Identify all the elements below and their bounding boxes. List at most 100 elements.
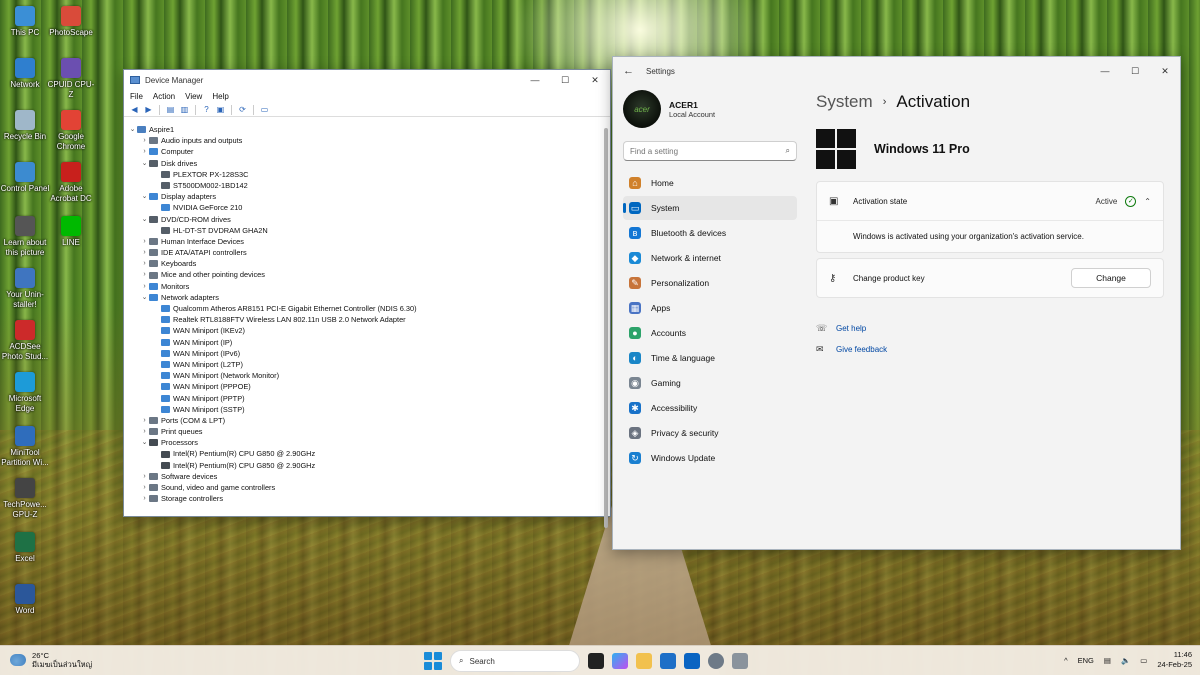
desktop-icon[interactable]: Word — [0, 584, 50, 616]
desktop-icon[interactable]: TechPowe... GPU-Z — [0, 478, 50, 520]
chevron-up-icon[interactable]: ⌃ — [1144, 197, 1151, 206]
tree-node[interactable]: › Mice and other pointing devices — [128, 269, 602, 280]
desktop-icon[interactable]: Recycle Bin — [0, 110, 50, 142]
nav-item-privacy-security[interactable]: ◈ Privacy & security — [623, 421, 797, 445]
tree-node[interactable]: WAN Miniport (L2TP) — [128, 359, 602, 370]
tree-node[interactable]: Intel(R) Pentium(R) CPU G850 @ 2.90GHz — [128, 448, 602, 459]
tree-node[interactable]: › Print queues — [128, 426, 602, 437]
chevron-right-icon[interactable]: › — [140, 493, 149, 504]
desktop-icon[interactable]: Control Panel — [0, 162, 50, 194]
tree-node[interactable]: ⌄ DVD/CD-ROM drives — [128, 214, 602, 225]
tree-node[interactable]: WAN Miniport (PPPOE) — [128, 381, 602, 392]
nav-item-bluetooth-devices[interactable]: ʙ Bluetooth & devices — [623, 221, 797, 245]
desktop-icon[interactable]: Learn about this picture — [0, 216, 50, 258]
tree-node[interactable]: ST500DM002-1BD142 — [128, 180, 602, 191]
minimize-button[interactable]: — — [1090, 66, 1120, 77]
settings-titlebar[interactable]: ← Settings — ☐ ✕ — [613, 57, 1180, 85]
task-view-icon[interactable] — [588, 653, 604, 669]
tree-node[interactable]: Intel(R) Pentium(R) CPU G850 @ 2.90GHz — [128, 460, 602, 471]
chevron-down-icon[interactable]: ⌄ — [128, 124, 137, 135]
menu-view[interactable]: View — [185, 92, 202, 101]
tree-node[interactable]: › Audio inputs and outputs — [128, 135, 602, 146]
nav-item-accounts[interactable]: ● Accounts — [623, 321, 797, 345]
tree-node[interactable]: Qualcomm Atheros AR8151 PCI-E Gigabit Et… — [128, 303, 602, 314]
desktop-icon[interactable]: Microsoft Edge — [0, 372, 50, 414]
chevron-right-icon[interactable]: › — [140, 281, 149, 292]
nav-item-accessibility[interactable]: ✱ Accessibility — [623, 396, 797, 420]
chevron-right-icon[interactable]: › — [140, 146, 149, 157]
desktop-icon[interactable]: PhotoScape — [46, 6, 96, 38]
desktop-icon[interactable]: Excel — [0, 532, 50, 564]
start-button[interactable] — [424, 652, 442, 670]
tree-node[interactable]: › Ports (COM & LPT) — [128, 415, 602, 426]
language-indicator[interactable]: ENG — [1078, 656, 1094, 665]
volume-icon[interactable]: 🔈 — [1121, 656, 1130, 665]
settings-gear-icon[interactable] — [708, 653, 724, 669]
tree-node[interactable]: WAN Miniport (Network Monitor) — [128, 370, 602, 381]
tree-node[interactable]: WAN Miniport (PPTP) — [128, 393, 602, 404]
settings-search[interactable]: ⌕ — [623, 141, 797, 161]
dm-titlebar[interactable]: Device Manager — ☐ ✕ — [124, 70, 610, 90]
chevron-up-icon[interactable]: ^ — [1064, 656, 1068, 665]
tree-node[interactable]: ⌄ Aspire1 — [128, 124, 602, 135]
microsoft-store-icon[interactable] — [660, 653, 676, 669]
tree-node[interactable]: ⌄ Disk drives — [128, 158, 602, 169]
change-button[interactable]: Change — [1071, 268, 1151, 288]
chevron-right-icon[interactable]: › — [140, 135, 149, 146]
nav-item-windows-update[interactable]: ↻ Windows Update — [623, 446, 797, 470]
tree-node[interactable]: › Sound, video and game controllers — [128, 482, 602, 493]
desktop-icon[interactable]: Your Unin-staller! — [0, 268, 50, 310]
vertical-scrollbar[interactable] — [604, 128, 608, 528]
tree-node[interactable]: NVIDIA GeForce 210 — [128, 202, 602, 213]
network-icon[interactable]: ▤ — [1104, 656, 1111, 665]
nav-item-system[interactable]: ▭ System — [623, 196, 797, 220]
tree-node[interactable]: ⌄ Network adapters — [128, 292, 602, 303]
tree-node[interactable]: WAN Miniport (SSTP) — [128, 404, 602, 415]
tree-node[interactable]: PLEXTOR PX-128S3C — [128, 169, 602, 180]
tree-node[interactable]: › Human Interface Devices — [128, 236, 602, 247]
nav-item-apps[interactable]: ▦ Apps — [623, 296, 797, 320]
tree-node[interactable]: HL-DT-ST DVDRAM GHA2N — [128, 225, 602, 236]
nav-item-home[interactable]: ⌂ Home — [623, 171, 797, 195]
chevron-down-icon[interactable]: ⌄ — [140, 292, 149, 303]
tree-node[interactable]: Realtek RTL8188FTV Wireless LAN 802.11n … — [128, 314, 602, 325]
activation-state-row[interactable]: ▣ Activation state Active ✓ ⌃ — [817, 182, 1163, 220]
tree-node[interactable]: › Computer — [128, 146, 602, 157]
close-button[interactable]: ✕ — [580, 75, 610, 86]
chevron-down-icon[interactable]: ⌄ — [140, 191, 149, 202]
nav-item-gaming[interactable]: ◉ Gaming — [623, 371, 797, 395]
chevron-right-icon[interactable]: › — [140, 247, 149, 258]
breadcrumb-system[interactable]: System — [816, 92, 873, 112]
properties-icon[interactable]: ▤ — [165, 105, 176, 115]
chevron-down-icon[interactable]: ⌄ — [140, 158, 149, 169]
menu-file[interactable]: File — [130, 92, 143, 101]
chevron-right-icon[interactable]: › — [140, 236, 149, 247]
chevron-down-icon[interactable]: ⌄ — [140, 214, 149, 225]
clock[interactable]: 11:46 24-Feb-25 — [1157, 650, 1192, 670]
close-button[interactable]: ✕ — [1150, 66, 1180, 77]
file-explorer-icon[interactable] — [636, 653, 652, 669]
desktop-icon[interactable]: Network — [0, 58, 50, 90]
desktop-icon[interactable]: LINE — [46, 216, 96, 248]
back-arrow-icon[interactable]: ◀ — [129, 105, 140, 115]
list-view-icon[interactable]: ▥ — [179, 105, 190, 115]
chevron-down-icon[interactable]: ⌄ — [140, 437, 149, 448]
taskbar-search[interactable]: ⌕ Search — [450, 650, 580, 672]
profile[interactable]: acer ACER1 Local Account — [623, 87, 813, 131]
chevron-right-icon[interactable]: › — [140, 258, 149, 269]
scan-hardware-icon[interactable]: ⟳ — [237, 105, 248, 115]
tree-node[interactable]: › Storage controllers — [128, 493, 602, 504]
tree-node[interactable]: ⌄ Display adapters — [128, 191, 602, 202]
tree-node[interactable]: ⌄ Processors — [128, 437, 602, 448]
tree-node[interactable]: › Monitors — [128, 281, 602, 292]
desktop-icon[interactable]: Adobe Acrobat DC — [46, 162, 96, 204]
desktop-icon[interactable]: CPUID CPU-Z — [46, 58, 96, 100]
copilot-icon[interactable] — [612, 653, 628, 669]
tree-node[interactable]: › IDE ATA/ATAPI controllers — [128, 247, 602, 258]
tree-node[interactable]: › Software devices — [128, 471, 602, 482]
chevron-right-icon[interactable]: › — [140, 426, 149, 437]
tree-node[interactable]: › Keyboards — [128, 258, 602, 269]
forward-arrow-icon[interactable]: ▶ — [143, 105, 154, 115]
tree-node[interactable]: WAN Miniport (IKEv2) — [128, 325, 602, 336]
back-arrow-icon[interactable]: ← — [623, 65, 634, 77]
